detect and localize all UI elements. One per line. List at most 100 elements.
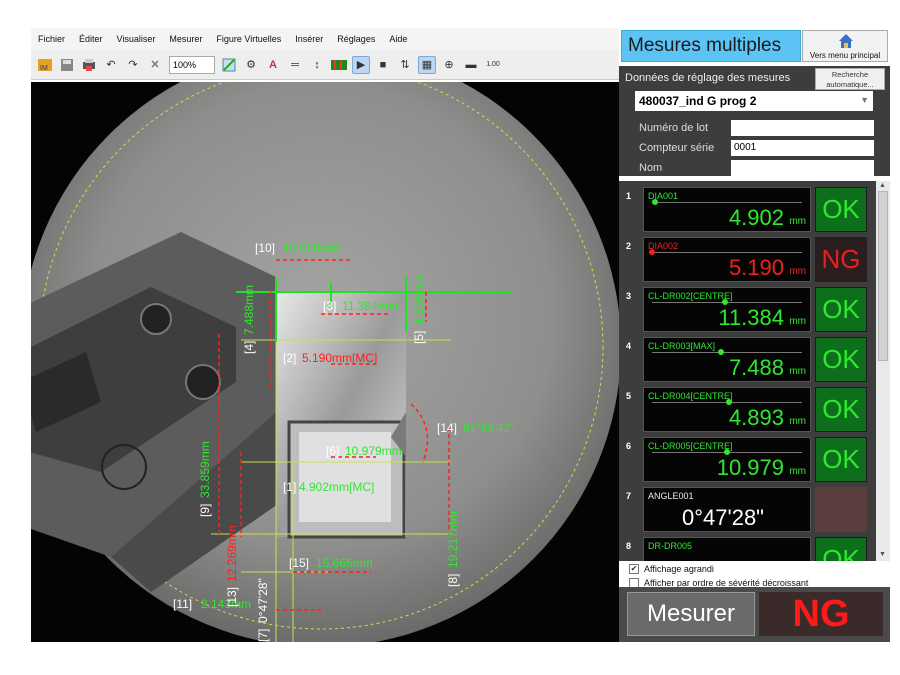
label-10-tag: [10] bbox=[255, 241, 275, 255]
app-window: Fichier Éditer Visualiser Mesurer Figure… bbox=[31, 28, 890, 642]
menu-inserer[interactable]: Insérer bbox=[288, 34, 330, 44]
stop-icon[interactable]: ■ bbox=[374, 56, 392, 74]
label-1-tag: [1] bbox=[283, 480, 296, 494]
zoom-display-option[interactable]: ✔ Affichage agrandi bbox=[629, 562, 808, 576]
measurement-value: 11.384 bbox=[718, 305, 784, 330]
item-number: 5 bbox=[626, 391, 632, 401]
measurement-unit: mm bbox=[789, 216, 806, 227]
panel-title: Mesures multiples bbox=[621, 30, 801, 62]
measurement-unit: mm bbox=[789, 266, 806, 277]
serial-counter-field[interactable]: 0001 bbox=[731, 140, 874, 156]
tolerance-track bbox=[652, 352, 802, 353]
label-11-tag: [11] bbox=[173, 597, 192, 611]
label-15-value: 15.666mm bbox=[316, 556, 373, 570]
scroll-down-icon[interactable]: ▼ bbox=[879, 551, 886, 558]
crosshair-icon[interactable]: ⊕ bbox=[440, 56, 458, 74]
list-item[interactable]: 1 DIA001 4.902 mm OK bbox=[619, 185, 876, 235]
scale-icon[interactable]: 1.00 bbox=[484, 56, 502, 74]
measurement-box: DR-DR005 bbox=[643, 537, 811, 561]
label-6-tag: [6] bbox=[326, 444, 339, 458]
measurement-value: 0°47'28" bbox=[682, 505, 764, 530]
camera-view[interactable]: [10] 10.080mm [3] 11.384mm [2] 5.190mm[M… bbox=[31, 82, 619, 642]
label-15-tag: [15] bbox=[289, 556, 309, 570]
label-14-tag: [14] bbox=[437, 421, 457, 435]
toolbar: IM ↶ ↷ ✕ 100% ⚙ A ═ ↕ ▶ ■ ⇅ ▦ ⊕ ▬ 1.00 bbox=[31, 50, 619, 80]
undo-icon[interactable]: ↶ bbox=[102, 56, 120, 74]
measure-button[interactable]: Mesurer bbox=[627, 592, 755, 636]
judgement-badge: OK bbox=[815, 537, 867, 561]
measurement-box: CL-DR003[MAX] 7.488 mm bbox=[643, 337, 811, 382]
text-icon[interactable]: A bbox=[264, 56, 282, 74]
measurement-unit: mm bbox=[789, 316, 806, 327]
measurement-name: CL-DR002[CENTRE] bbox=[648, 291, 733, 301]
menu-aide[interactable]: Aide bbox=[382, 34, 414, 44]
label-14-value: 91°58'42" bbox=[463, 421, 514, 435]
list-item[interactable]: 3 CL-DR002[CENTRE] 11.384 mm OK bbox=[619, 285, 876, 335]
home-button[interactable]: Vers menu principal bbox=[802, 30, 888, 62]
measurement-box: DIA001 4.902 mm bbox=[643, 187, 811, 232]
program-select[interactable]: 480037_ind G prog 2 ▼ bbox=[635, 91, 873, 111]
measurement-name: DR-DR005 bbox=[648, 541, 693, 551]
name-label: Nom bbox=[639, 162, 663, 174]
zoom-select[interactable]: 100% bbox=[169, 55, 215, 74]
item-number: 4 bbox=[626, 341, 632, 351]
measurement-name: CL-DR004[CENTRE] bbox=[648, 391, 733, 401]
label-8-value: 19.217mm bbox=[446, 511, 460, 568]
judgement-badge bbox=[815, 487, 867, 532]
name-field[interactable] bbox=[731, 160, 874, 176]
judgement-badge: OK bbox=[815, 187, 867, 232]
scroll-up-icon[interactable]: ▲ bbox=[879, 182, 886, 189]
menu-editer[interactable]: Éditer bbox=[72, 34, 110, 44]
save-icon[interactable] bbox=[58, 56, 76, 74]
right-panel: Mesures multiples Vers menu principal Do… bbox=[619, 28, 890, 642]
list-item[interactable]: 5 CL-DR004[CENTRE] 4.893 mm OK bbox=[619, 385, 876, 435]
label-10-value: 10.080mm bbox=[283, 241, 340, 255]
list-scrollbar[interactable]: ▲ ▼ bbox=[876, 181, 890, 561]
fill-icon[interactable]: ▬ bbox=[462, 56, 480, 74]
grid-icon[interactable]: ▦ bbox=[418, 55, 436, 74]
print-icon[interactable] bbox=[80, 56, 98, 74]
edge-detect-icon[interactable]: ⇅ bbox=[396, 56, 414, 74]
menu-visualiser[interactable]: Visualiser bbox=[110, 34, 163, 44]
auto-search-button[interactable]: Recherche automatique... bbox=[815, 68, 885, 90]
label-5-value: 4.893mm bbox=[412, 275, 426, 325]
label-3-value: 11.384mm bbox=[342, 299, 398, 313]
item-number: 7 bbox=[626, 491, 632, 501]
tolerance-marker bbox=[649, 249, 655, 255]
item-number: 2 bbox=[626, 241, 632, 251]
calibration-icon[interactable]: ⚙ bbox=[242, 56, 260, 74]
scrollbar-thumb[interactable] bbox=[878, 191, 888, 361]
menu-figure-virtuelles[interactable]: Figure Virtuelles bbox=[209, 34, 288, 44]
measurement-value: 10.979 bbox=[716, 455, 784, 480]
list-item[interactable]: 4 CL-DR003[MAX] 7.488 mm OK bbox=[619, 335, 876, 385]
program-select-value: 480037_ind G prog 2 bbox=[639, 94, 757, 108]
menu-reglages[interactable]: Réglages bbox=[330, 34, 382, 44]
judgement-badge: OK bbox=[815, 387, 867, 432]
line-width-icon[interactable]: ═ bbox=[286, 56, 304, 74]
checkbox-checked-icon[interactable]: ✔ bbox=[629, 564, 639, 574]
list-item[interactable]: 8 DR-DR005 OK bbox=[619, 535, 876, 561]
delete-icon[interactable]: ✕ bbox=[146, 56, 164, 74]
menu-mesurer[interactable]: Mesurer bbox=[162, 34, 209, 44]
label-5-tag: [5] bbox=[412, 331, 426, 344]
measurement-box: DIA002 5.190 mm bbox=[643, 237, 811, 282]
list-item[interactable]: 2 DIA002 5.190 mm NG bbox=[619, 235, 876, 285]
image-open-icon[interactable]: IM bbox=[36, 56, 54, 74]
lot-number-field[interactable] bbox=[731, 120, 874, 136]
home-button-label: Vers menu principal bbox=[809, 51, 881, 60]
item-number: 6 bbox=[626, 441, 632, 451]
height-icon[interactable]: ↕ bbox=[308, 56, 326, 74]
list-item[interactable]: 7 ANGLE001 0°47'28" bbox=[619, 485, 876, 535]
measure-tool-icon[interactable] bbox=[220, 56, 238, 74]
menu-fichier[interactable]: Fichier bbox=[31, 34, 72, 44]
play-icon[interactable]: ▶ bbox=[352, 55, 370, 74]
label-2-value: 5.190mm[MC] bbox=[302, 351, 377, 365]
list-item[interactable]: 6 CL-DR005[CENTRE] 10.979 mm OK bbox=[619, 435, 876, 485]
chevron-down-icon: ▼ bbox=[860, 95, 869, 105]
measurement-value: 5.190 bbox=[728, 255, 784, 280]
redo-icon[interactable]: ↷ bbox=[124, 56, 142, 74]
bottom-bar: Mesurer NG bbox=[619, 587, 890, 642]
label-6-value: 10.979mm bbox=[345, 444, 402, 458]
label-13-tag: [13] bbox=[225, 587, 239, 607]
color-bar-icon[interactable] bbox=[330, 56, 348, 74]
